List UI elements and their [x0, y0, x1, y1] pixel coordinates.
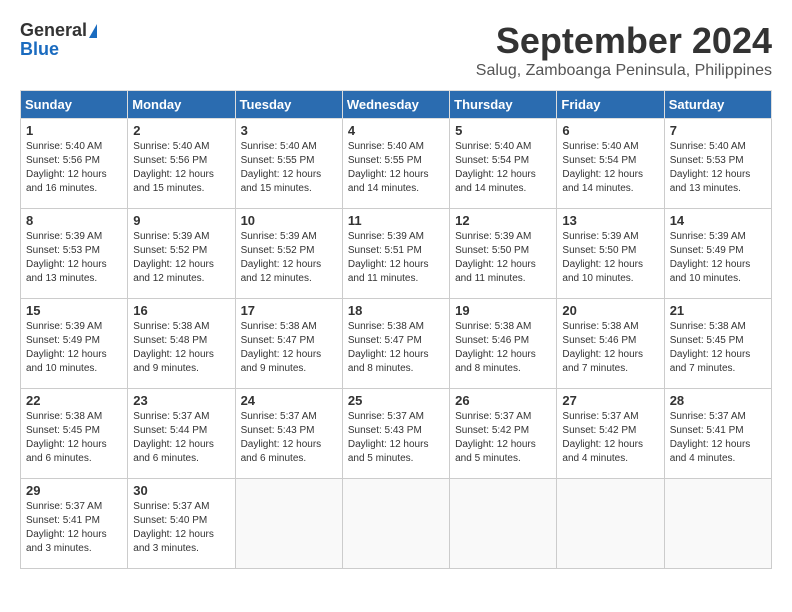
day-9: 9 Sunrise: 5:39 AMSunset: 5:52 PMDayligh…	[128, 209, 235, 299]
day-3: 3 Sunrise: 5:40 AMSunset: 5:55 PMDayligh…	[235, 119, 342, 209]
day-15: 15 Sunrise: 5:39 AMSunset: 5:49 PMDaylig…	[21, 299, 128, 389]
day-empty-5	[664, 479, 771, 569]
page-header: General Blue September 2024 Salug, Zambo…	[20, 20, 772, 80]
title-area: September 2024 Salug, Zamboanga Peninsul…	[476, 20, 772, 80]
day-12: 12 Sunrise: 5:39 AMSunset: 5:50 PMDaylig…	[450, 209, 557, 299]
logo-blue: Blue	[20, 39, 59, 60]
day-16: 16 Sunrise: 5:38 AMSunset: 5:48 PMDaylig…	[128, 299, 235, 389]
col-saturday: Saturday	[664, 91, 771, 119]
day-10: 10 Sunrise: 5:39 AMSunset: 5:52 PMDaylig…	[235, 209, 342, 299]
col-tuesday: Tuesday	[235, 91, 342, 119]
col-thursday: Thursday	[450, 91, 557, 119]
day-30: 30 Sunrise: 5:37 AMSunset: 5:40 PMDaylig…	[128, 479, 235, 569]
day-empty-3	[450, 479, 557, 569]
day-empty-1	[235, 479, 342, 569]
calendar-week-4: 22 Sunrise: 5:38 AMSunset: 5:45 PMDaylig…	[21, 389, 772, 479]
calendar-table: Sunday Monday Tuesday Wednesday Thursday…	[20, 90, 772, 569]
day-29: 29 Sunrise: 5:37 AMSunset: 5:41 PMDaylig…	[21, 479, 128, 569]
logo-triangle-icon	[89, 24, 97, 38]
location-title: Salug, Zamboanga Peninsula, Philippines	[476, 62, 772, 80]
calendar-header-row: Sunday Monday Tuesday Wednesday Thursday…	[21, 91, 772, 119]
day-6: 6 Sunrise: 5:40 AMSunset: 5:54 PMDayligh…	[557, 119, 664, 209]
day-1: 1 Sunrise: 5:40 AMSunset: 5:56 PMDayligh…	[21, 119, 128, 209]
col-wednesday: Wednesday	[342, 91, 449, 119]
col-monday: Monday	[128, 91, 235, 119]
calendar-week-3: 15 Sunrise: 5:39 AMSunset: 5:49 PMDaylig…	[21, 299, 772, 389]
day-14: 14 Sunrise: 5:39 AMSunset: 5:49 PMDaylig…	[664, 209, 771, 299]
day-13: 13 Sunrise: 5:39 AMSunset: 5:50 PMDaylig…	[557, 209, 664, 299]
month-title: September 2024	[476, 20, 772, 62]
day-empty-2	[342, 479, 449, 569]
day-26: 26 Sunrise: 5:37 AMSunset: 5:42 PMDaylig…	[450, 389, 557, 479]
day-21: 21 Sunrise: 5:38 AMSunset: 5:45 PMDaylig…	[664, 299, 771, 389]
day-25: 25 Sunrise: 5:37 AMSunset: 5:43 PMDaylig…	[342, 389, 449, 479]
day-17: 17 Sunrise: 5:38 AMSunset: 5:47 PMDaylig…	[235, 299, 342, 389]
day-8: 8 Sunrise: 5:39 AMSunset: 5:53 PMDayligh…	[21, 209, 128, 299]
calendar-week-1: 1 Sunrise: 5:40 AMSunset: 5:56 PMDayligh…	[21, 119, 772, 209]
day-18: 18 Sunrise: 5:38 AMSunset: 5:47 PMDaylig…	[342, 299, 449, 389]
day-4: 4 Sunrise: 5:40 AMSunset: 5:55 PMDayligh…	[342, 119, 449, 209]
day-23: 23 Sunrise: 5:37 AMSunset: 5:44 PMDaylig…	[128, 389, 235, 479]
day-28: 28 Sunrise: 5:37 AMSunset: 5:41 PMDaylig…	[664, 389, 771, 479]
day-empty-4	[557, 479, 664, 569]
day-2: 2 Sunrise: 5:40 AMSunset: 5:56 PMDayligh…	[128, 119, 235, 209]
calendar-week-5: 29 Sunrise: 5:37 AMSunset: 5:41 PMDaylig…	[21, 479, 772, 569]
day-5: 5 Sunrise: 5:40 AMSunset: 5:54 PMDayligh…	[450, 119, 557, 209]
day-19: 19 Sunrise: 5:38 AMSunset: 5:46 PMDaylig…	[450, 299, 557, 389]
logo: General Blue	[20, 20, 97, 60]
calendar-week-2: 8 Sunrise: 5:39 AMSunset: 5:53 PMDayligh…	[21, 209, 772, 299]
day-20: 20 Sunrise: 5:38 AMSunset: 5:46 PMDaylig…	[557, 299, 664, 389]
col-sunday: Sunday	[21, 91, 128, 119]
day-7: 7 Sunrise: 5:40 AMSunset: 5:53 PMDayligh…	[664, 119, 771, 209]
logo-general: General	[20, 20, 87, 41]
day-24: 24 Sunrise: 5:37 AMSunset: 5:43 PMDaylig…	[235, 389, 342, 479]
day-11: 11 Sunrise: 5:39 AMSunset: 5:51 PMDaylig…	[342, 209, 449, 299]
day-22: 22 Sunrise: 5:38 AMSunset: 5:45 PMDaylig…	[21, 389, 128, 479]
col-friday: Friday	[557, 91, 664, 119]
day-27: 27 Sunrise: 5:37 AMSunset: 5:42 PMDaylig…	[557, 389, 664, 479]
